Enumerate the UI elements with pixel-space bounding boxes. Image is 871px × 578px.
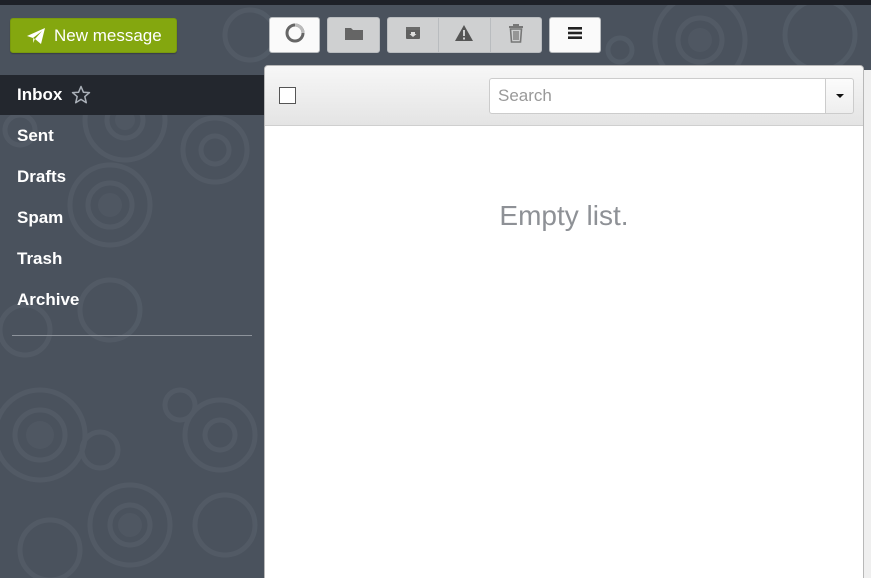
paper-plane-icon	[26, 27, 46, 45]
sidebar-item-inbox[interactable]: Inbox	[0, 75, 264, 115]
message-list-panel: Empty list.	[264, 65, 864, 578]
move-to-folder-button[interactable]	[327, 17, 380, 53]
trash-icon	[507, 23, 525, 48]
new-message-button[interactable]: New message	[10, 18, 177, 53]
caret-down-icon	[835, 94, 844, 98]
delete-button[interactable]	[491, 18, 541, 52]
archive-button[interactable]	[388, 18, 440, 52]
sidebar-divider	[12, 335, 252, 336]
sidebar-item-drafts[interactable]: Drafts	[0, 156, 264, 197]
refresh-button[interactable]	[269, 17, 320, 53]
sidebar-item-label: Drafts	[17, 166, 67, 186]
select-all-checkbox[interactable]	[279, 87, 296, 104]
sidebar-item-label: Archive	[17, 289, 80, 309]
more-menu-button[interactable]	[549, 17, 601, 53]
new-message-label: New message	[54, 25, 162, 45]
panel-edge	[864, 70, 871, 578]
star-outline-icon[interactable]	[71, 85, 91, 105]
sidebar-item-label: Sent	[17, 125, 54, 145]
sidebar-item-sent[interactable]: Sent	[0, 115, 264, 156]
empty-list-message: Empty list.	[499, 200, 629, 231]
folder-icon	[344, 25, 364, 46]
warning-triangle-icon	[454, 24, 474, 47]
folder-sidebar: Inbox Sent Drafts Spam Trash Archive	[0, 75, 264, 336]
sidebar-item-label: Spam	[17, 207, 64, 227]
sidebar-item-trash[interactable]: Trash	[0, 238, 264, 279]
search-options-dropdown[interactable]	[825, 78, 854, 114]
search-group	[489, 78, 854, 114]
message-list-header	[265, 66, 863, 126]
sidebar-item-archive[interactable]: Archive	[0, 279, 264, 320]
sidebar-item-label: Trash	[17, 248, 63, 268]
refresh-circle-icon	[285, 23, 305, 48]
search-input[interactable]	[489, 78, 825, 114]
spam-button[interactable]	[439, 18, 491, 52]
top-edge	[0, 0, 871, 5]
archive-box-icon	[405, 26, 421, 45]
sidebar-item-spam[interactable]: Spam	[0, 197, 264, 238]
menu-lines-icon	[567, 26, 583, 45]
action-button-group	[387, 17, 542, 53]
sidebar-item-label: Inbox	[17, 85, 63, 104]
